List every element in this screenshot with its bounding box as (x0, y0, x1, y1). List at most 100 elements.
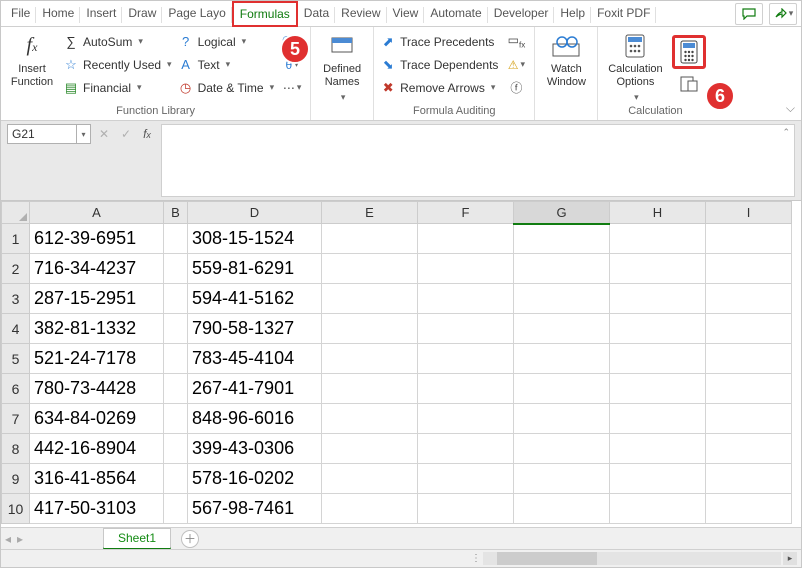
add-sheet-button[interactable]: ＋ (181, 530, 199, 548)
row-header[interactable]: 2 (2, 254, 30, 284)
col-header-I[interactable]: I (706, 202, 792, 224)
cell[interactable] (610, 344, 706, 374)
tab-home[interactable]: Home (36, 1, 80, 26)
cell[interactable] (418, 224, 514, 254)
cell[interactable] (418, 344, 514, 374)
collapse-ribbon-button[interactable]: ⌵ (786, 101, 795, 116)
tab-help[interactable]: Help (554, 1, 591, 26)
cell[interactable] (514, 464, 610, 494)
cell[interactable] (164, 404, 188, 434)
cell[interactable] (610, 314, 706, 344)
cell[interactable] (610, 434, 706, 464)
cell[interactable] (706, 404, 792, 434)
name-box[interactable]: G21 (7, 124, 77, 144)
cell[interactable] (164, 314, 188, 344)
cell[interactable] (514, 284, 610, 314)
insert-function-button[interactable]: fx Insert Function (7, 31, 57, 105)
cell[interactable]: 559-81-6291 (188, 254, 322, 284)
cell[interactable]: 287-15-2951 (30, 284, 164, 314)
cell[interactable] (418, 314, 514, 344)
cell[interactable]: 848-96-6016 (188, 404, 322, 434)
calculate-sheet-button[interactable] (677, 73, 701, 94)
select-all-cell[interactable] (2, 202, 30, 224)
cell[interactable]: 612-39-6951 (30, 224, 164, 254)
logical-button[interactable]: ?Logical▾ (178, 31, 275, 52)
autosum-button[interactable]: ∑AutoSum▾ (63, 31, 172, 52)
cell[interactable] (514, 374, 610, 404)
share-button[interactable]: ▾ (769, 3, 797, 25)
scroll-right-button[interactable]: ▸ (783, 552, 797, 565)
cell[interactable] (164, 464, 188, 494)
cell[interactable] (322, 314, 418, 344)
cell[interactable]: 780-73-4428 (30, 374, 164, 404)
cell[interactable] (418, 374, 514, 404)
cell[interactable]: 316-41-8564 (30, 464, 164, 494)
tab-view[interactable]: View (387, 1, 425, 26)
col-header-E[interactable]: E (322, 202, 418, 224)
cell[interactable] (706, 344, 792, 374)
cell[interactable] (706, 374, 792, 404)
scroll-thumb[interactable] (497, 552, 597, 565)
cell[interactable] (706, 464, 792, 494)
row-header[interactable]: 10 (2, 494, 30, 524)
cell[interactable]: 594-41-5162 (188, 284, 322, 314)
cell[interactable] (514, 494, 610, 524)
cell[interactable] (322, 224, 418, 254)
col-header-B[interactable]: B (164, 202, 188, 224)
row-header[interactable]: 3 (2, 284, 30, 314)
cell[interactable] (706, 314, 792, 344)
cell[interactable] (514, 434, 610, 464)
cell[interactable]: 382-81-1332 (30, 314, 164, 344)
fx-icon[interactable]: fx (137, 124, 157, 144)
cell[interactable] (164, 284, 188, 314)
financial-button[interactable]: ▤Financial▾ (63, 77, 172, 98)
text-button[interactable]: AText▾ (178, 54, 275, 75)
cell[interactable] (514, 314, 610, 344)
cell[interactable]: 790-58-1327 (188, 314, 322, 344)
cell[interactable] (706, 434, 792, 464)
date-time-button[interactable]: ◷Date & Time▾ (178, 77, 275, 98)
cell[interactable] (706, 254, 792, 284)
cell[interactable] (164, 254, 188, 284)
row-header[interactable]: 6 (2, 374, 30, 404)
expand-formula-bar-icon[interactable]: ⌃ (782, 127, 790, 138)
cell[interactable] (514, 404, 610, 434)
trace-dependents-button[interactable]: ⬊Trace Dependents (380, 54, 498, 75)
col-header-F[interactable]: F (418, 202, 514, 224)
error-checking-button[interactable]: ⚠︎▾ (504, 54, 528, 75)
col-header-D[interactable]: D (188, 202, 322, 224)
formula-bar-input[interactable]: ⌃ (161, 124, 795, 197)
calculate-now-button[interactable] (672, 35, 706, 69)
cell[interactable] (322, 434, 418, 464)
cell[interactable] (322, 374, 418, 404)
show-formulas-button[interactable]: ▭fx (504, 31, 528, 52)
row-header[interactable]: 9 (2, 464, 30, 494)
comments-button[interactable] (735, 3, 763, 25)
horizontal-scrollbar[interactable]: ⋮ ◂ ▸ (1, 549, 801, 567)
cell[interactable]: 267-41-7901 (188, 374, 322, 404)
cell[interactable] (610, 464, 706, 494)
tab-draw[interactable]: Draw (122, 1, 162, 26)
cell[interactable] (610, 284, 706, 314)
cell[interactable]: 417-50-3103 (30, 494, 164, 524)
cell[interactable]: 399-43-0306 (188, 434, 322, 464)
tab-developer[interactable]: Developer (488, 1, 555, 26)
cancel-formula-button[interactable]: ✕ (93, 124, 115, 144)
cell[interactable] (418, 284, 514, 314)
row-header[interactable]: 5 (2, 344, 30, 374)
cell[interactable]: 634-84-0269 (30, 404, 164, 434)
tab-file[interactable]: File (5, 1, 36, 26)
cell[interactable] (514, 344, 610, 374)
tab-review[interactable]: Review (335, 1, 386, 26)
col-header-G[interactable]: G (514, 202, 610, 224)
cell[interactable]: 716-34-4237 (30, 254, 164, 284)
cell[interactable] (418, 254, 514, 284)
tab-page-layout[interactable]: Page Layo (162, 1, 231, 26)
remove-arrows-button[interactable]: ✖Remove Arrows▾ (380, 77, 498, 98)
row-header[interactable]: 1 (2, 224, 30, 254)
recently-used-button[interactable]: ☆Recently Used▾ (63, 54, 172, 75)
name-box-dropdown[interactable]: ▾ (77, 124, 91, 144)
row-header[interactable]: 7 (2, 404, 30, 434)
tab-automate[interactable]: Automate (424, 1, 487, 26)
watch-window-button[interactable]: Watch Window (541, 31, 591, 105)
